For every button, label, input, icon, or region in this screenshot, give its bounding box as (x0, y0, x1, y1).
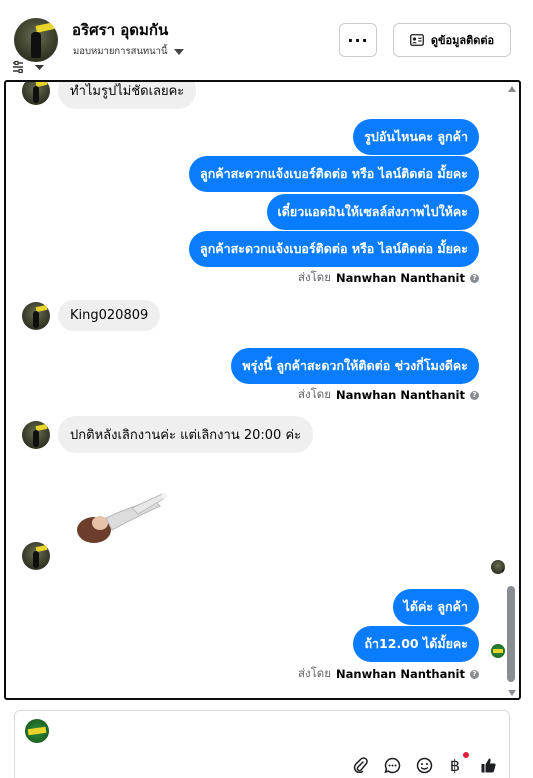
outgoing-message[interactable]: ลูกค้าสะดวกแจ้งเบอร์ติดต่อ หรือ ไลน์ติดต… (189, 156, 479, 192)
sent-by-label: ส่งโดย Nanwhan Nanthanit ? (298, 269, 479, 287)
sender-name: Nanwhan Nanthanit (336, 388, 465, 402)
contact-name[interactable]: อริศรา อุดมกัน (72, 18, 168, 42)
message-composer[interactable]: ฿ (14, 710, 510, 778)
contact-avatar[interactable] (14, 18, 58, 62)
scrollbar-thumb[interactable] (507, 586, 515, 682)
emoji-icon[interactable] (414, 755, 434, 775)
view-contact-info-button[interactable]: ดูข้อมูลติดต่อ (393, 23, 511, 57)
thread-scrollbar[interactable] (507, 84, 517, 696)
outgoing-message[interactable]: ลูกค้าสะดวกแจ้งเบอร์ติดต่อ หรือ ไลน์ติดต… (189, 231, 479, 267)
page-read-receipt-avatar (491, 644, 505, 658)
incoming-message-row: ปกติหลังเลิกงานค่ะ แต่เลิกงาน 20:00 ค่ะ (22, 416, 314, 453)
sender-name: Nanwhan Nanthanit (336, 667, 465, 681)
chevron-down-icon (173, 48, 184, 55)
outgoing-message[interactable]: ถ้า12.00 ได้มั้ยคะ (353, 626, 479, 662)
filter-settings-icon[interactable] (12, 60, 46, 74)
lying-person-sticker[interactable] (72, 488, 168, 548)
sender-name: Nanwhan Nanthanit (336, 271, 465, 285)
page-logo-avatar (25, 719, 49, 743)
contact-mini-avatar (22, 82, 50, 105)
conversation-header: อริศรา อุดมกัน มอบหมายการสนทนานี้ ··· ดู… (0, 0, 533, 80)
sent-by-label: ส่งโดย Nanwhan Nanthanit ? (298, 665, 479, 683)
help-icon[interactable]: ? (470, 390, 479, 400)
incoming-message[interactable]: ทำไมรูปไม่ชัดเลยคะ (58, 82, 197, 109)
thumbs-up-icon[interactable] (478, 755, 498, 775)
incoming-message[interactable]: ปกติหลังเลิกงานค่ะ แต่เลิกงาน 20:00 ค่ะ (58, 416, 314, 453)
chat-icon[interactable] (382, 755, 402, 775)
assign-conversation-dropdown[interactable]: มอบหมายการสนทนานี้ (73, 44, 184, 59)
outgoing-message[interactable]: พรุ่งนี้ ลูกค้าสะดวกให้ติดต่อ ช่วงกี่โมง… (231, 348, 479, 384)
assign-label: มอบหมายการสนทนานี้ (73, 46, 168, 57)
contact-mini-avatar (22, 542, 50, 570)
incoming-message-row: ทำไมรูปไม่ชัดเลยคะ (22, 82, 197, 109)
incoming-message-row: King020809 (22, 300, 161, 331)
contact-card-icon (409, 34, 424, 46)
view-contact-info-label: ดูข้อมูลติดต่อ (430, 34, 495, 47)
outgoing-message[interactable]: เดี๋ยวแอดมินให้เซลล์ส่งภาพไปให้คะ (266, 194, 479, 230)
attach-icon[interactable] (350, 755, 370, 775)
sent-by-prefix: ส่งโดย (297, 666, 332, 680)
contact-mini-avatar (22, 420, 50, 449)
baht-icon[interactable]: ฿ (445, 755, 465, 775)
help-icon[interactable]: ? (470, 273, 479, 283)
outgoing-message[interactable]: รูปอันไหนคะ ลูกค้า (353, 119, 479, 155)
sent-by-label: ส่งโดย Nanwhan Nanthanit ? (298, 386, 479, 404)
sticker-sender-row (22, 542, 50, 570)
scroll-up-arrow-icon[interactable] (508, 86, 516, 92)
scroll-down-arrow-icon[interactable] (508, 690, 516, 696)
outgoing-message[interactable]: ได้ค่ะ ลูกค้า (392, 589, 479, 625)
more-options-button[interactable]: ··· (339, 23, 377, 57)
message-thread[interactable]: ทำไมรูปไม่ชัดเลยคะ รูปอันไหนคะ ลูกค้า ลู… (4, 80, 521, 700)
seen-by-avatar (491, 560, 505, 574)
contact-mini-avatar (22, 301, 50, 330)
notification-dot (463, 752, 469, 758)
sent-by-prefix: ส่งโดย (297, 387, 332, 401)
sent-by-prefix: ส่งโดย (297, 270, 332, 284)
incoming-message[interactable]: King020809 (58, 300, 161, 331)
help-icon[interactable]: ? (470, 669, 479, 679)
